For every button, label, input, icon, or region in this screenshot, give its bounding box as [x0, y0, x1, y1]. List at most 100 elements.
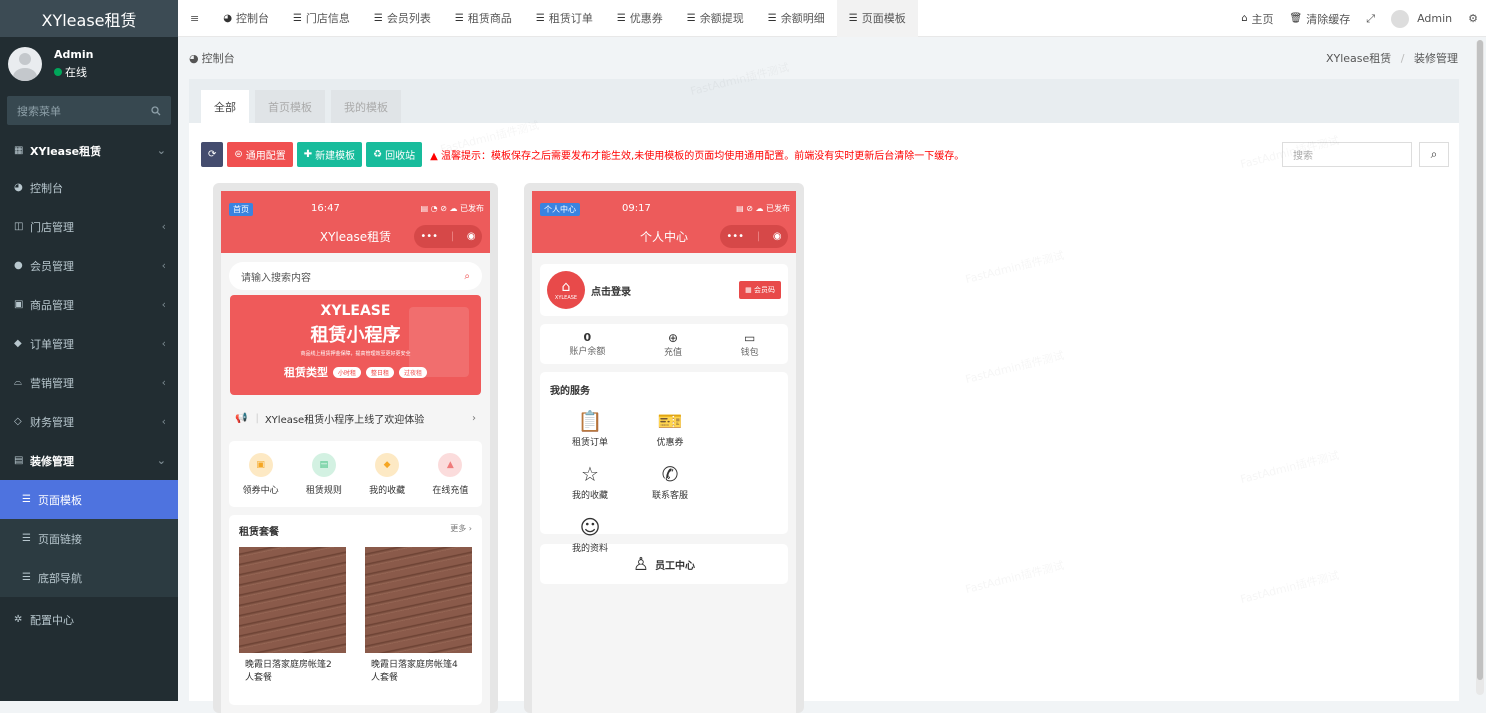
tab-coupons[interactable]: ☰ 优惠券	[605, 0, 675, 37]
tab-my-templates[interactable]: 我的模板	[331, 90, 401, 123]
breadcrumb-link-xylease[interactable]: XYlease租赁	[1326, 52, 1391, 65]
sidebar-item-bottom-nav[interactable]: ☰ 底部导航	[0, 558, 178, 597]
sidebar-item-finance[interactable]: ◇ 财务管理 ‹	[0, 402, 178, 441]
sidebar-item-dashboard[interactable]: ◕ 控制台	[0, 168, 178, 207]
recharge-icon: ▲	[438, 452, 463, 477]
service-item-profile[interactable]: ☺ 我的资料	[550, 515, 630, 554]
chevron-left-icon: ‹	[161, 220, 166, 233]
sidebar-item-member[interactable]: ● 会员管理 ‹	[0, 246, 178, 285]
sidebar-item-decor[interactable]: ▤ 装修管理 ⌄	[0, 441, 178, 480]
store-icon: ◫	[14, 221, 24, 232]
tab-page-template[interactable]: ☰ 页面模板	[836, 0, 918, 37]
tab-balance-detail[interactable]: ☰ 余额明细	[756, 0, 837, 37]
notice-bar[interactable]: 📢 | XYlease租赁小程序上线了欢迎体验 ›	[221, 395, 490, 441]
dashboard-icon: ◕	[189, 51, 199, 65]
warning-message: ▲ 温馨提示：模板保存之后需要发布才能生效,未使用模板的页面均使用通用配置。前端…	[430, 151, 965, 162]
service-item-coupons[interactable]: 🎫 优惠券	[630, 409, 710, 448]
online-dot-icon	[54, 67, 62, 76]
recycle-bin-button[interactable]: ♻ 回收站	[366, 142, 423, 167]
sidebar-item-store[interactable]: ◫ 门店管理 ‹	[0, 207, 178, 246]
warning-icon: ▲	[430, 151, 442, 162]
product-card[interactable]: 晚霞日落家庭房帐篷2人套餐	[239, 547, 346, 685]
fullscreen-icon[interactable]: ⤢	[1358, 0, 1383, 37]
product-image	[365, 547, 472, 653]
user-icon: ●	[14, 260, 23, 271]
template-card-home[interactable]: 首页 16:47 ▤ ◔ ⊘ ☁ 已发布 XYlease租赁 ••• | ◉ 请输入…	[213, 183, 498, 713]
plus-icon: ✚	[303, 149, 313, 160]
settings-gear-icon[interactable]: ⚙	[1460, 0, 1486, 37]
tab-lease-goods[interactable]: ☰ 租赁商品	[443, 0, 524, 37]
search-icon[interactable]	[151, 105, 161, 116]
general-config-button[interactable]: ⊜ 通用配置	[227, 142, 293, 167]
list-icon: ☰	[292, 12, 302, 24]
refresh-button[interactable]: ⟳	[201, 142, 224, 167]
watermark-text: FastAdmin插件测试	[964, 557, 1066, 597]
nav-item-recharge[interactable]: ▲ 在线充值	[432, 452, 468, 496]
sidebar-item-marketing[interactable]: ⌓ 营销管理 ‹	[0, 363, 178, 402]
phone-search-input[interactable]: 请输入搜索内容 ⌕	[229, 262, 482, 290]
capsule-menu: ••• | ◉	[720, 225, 788, 248]
login-link[interactable]: 点击登录	[591, 283, 631, 298]
sidebar-search-input[interactable]: 搜索菜单	[7, 96, 171, 125]
brand-logo-icon: ⌂ XYLEASE	[547, 271, 585, 309]
brand-logo[interactable]: XYlease租赁	[0, 0, 178, 37]
service-item-support[interactable]: ✆ 联系客服	[630, 462, 710, 515]
list-icon: ☰	[686, 12, 696, 24]
clear-cache-button[interactable]: 🗑 清除缓存	[1282, 0, 1359, 37]
template-card-profile[interactable]: 个人中心 09:17 ▤ ⊘ ☁ 已发布 个人中心 ••• | ◉ ⌂ XYLEASE…	[524, 183, 804, 713]
nav-item-favorites[interactable]: ◆ 我的收藏	[369, 452, 405, 496]
search-button[interactable]: ⌕	[1419, 142, 1449, 167]
sidebar-item-page-link[interactable]: ☰ 页面链接	[0, 519, 178, 558]
member-code-button[interactable]: ▦ 会员码	[739, 281, 781, 299]
home-link[interactable]: ⌂ 主页	[1233, 0, 1281, 37]
phone-header: 首页 16:47 ▤ ◔ ⊘ ☁ 已发布 XYlease租赁 ••• | ◉	[221, 191, 490, 253]
goods-icon: ▣	[14, 299, 24, 310]
new-template-button[interactable]: ✚ 新建模板	[296, 142, 363, 167]
nav-item-rules[interactable]: ▤ 租赁规则	[306, 452, 342, 496]
sidebar-item-goods[interactable]: ▣ 商品管理 ‹	[0, 285, 178, 324]
user-name: Admin	[54, 47, 94, 61]
publish-status: ▤ ⊘ ☁ 已发布	[736, 204, 790, 213]
coupon-icon: ▣	[248, 452, 273, 477]
service-item-orders[interactable]: 📋 租赁订单	[550, 409, 630, 448]
signal-icon: ▤ ⊘ ☁	[736, 204, 766, 213]
list-icon: ☰	[373, 12, 383, 24]
nav-item-coupon-center[interactable]: ▣ 领券中心	[243, 452, 279, 496]
watermark-text: FastAdmin插件测试	[1239, 447, 1341, 487]
wallet-stat[interactable]: ▭ 钱包	[741, 331, 759, 358]
recharge-stat[interactable]: ⊕ 充值	[664, 331, 682, 358]
finance-icon: ◇	[14, 416, 22, 427]
phone-time: 09:17	[622, 203, 651, 214]
balance-stat[interactable]: 0 账户余额	[569, 331, 605, 357]
login-card[interactable]: ⌂ XYLEASE 点击登录 ▦ 会员码	[540, 264, 788, 316]
tab-dashboard[interactable]: ◕ 控制台	[211, 0, 281, 37]
chevron-left-icon: ‹	[161, 298, 166, 311]
more-link[interactable]: 更多 ›	[450, 523, 472, 538]
menu-toggle-icon[interactable]: ≡	[178, 0, 211, 37]
sidebar-item-order[interactable]: ◆ 订单管理 ‹	[0, 324, 178, 363]
list-icon: ☰	[22, 572, 31, 583]
tab-lease-orders[interactable]: ☰ 租赁订单	[524, 0, 605, 37]
dashboard-icon: ◕	[223, 12, 232, 24]
home-banner[interactable]: XYLEASE 租赁小程序 商品线上租赁押金保障，提高管理效至更好更安全 租赁类…	[230, 295, 481, 395]
page-scrollbar[interactable]	[1476, 40, 1484, 695]
chevron-down-icon: ⌄	[156, 454, 166, 467]
tab-withdraw[interactable]: ☰ 余额提现	[675, 0, 756, 37]
package-section: 租赁套餐 更多 › 晚霞日落家庭房帐篷2人套餐 晚霞日落家庭房帐篷4人套餐	[229, 515, 482, 705]
list-icon: ☰	[848, 12, 858, 24]
main-panel: 全部 首页模板 我的模板 ⟳ ⊜ 通用配置 ✚ 新建模板 ♻ 回收站 ▲ 温馨提示：模…	[189, 61, 1459, 713]
tab-home-templates[interactable]: 首页模板	[255, 90, 325, 123]
admin-menu[interactable]: Admin	[1383, 0, 1460, 37]
tab-store-info[interactable]: ☰ 门店信息	[281, 0, 362, 37]
sidebar-item-page-template[interactable]: ☰ 页面模板	[0, 480, 178, 519]
search-input[interactable]: 搜索	[1282, 142, 1412, 167]
sidebar-item-config[interactable]: ✲ 配置中心	[0, 597, 178, 642]
breadcrumb-link-decor[interactable]: 装修管理	[1414, 52, 1458, 65]
service-item-favorites[interactable]: ☆ 我的收藏	[550, 462, 630, 501]
chevron-left-icon: ‹	[161, 415, 166, 428]
tab-all[interactable]: 全部	[201, 90, 249, 123]
sidebar-item-xylease[interactable]: ▦ XYlease租赁 ⌄	[0, 133, 178, 168]
quick-nav: ▣ 领券中心 ▤ 租赁规则 ◆ 我的收藏 ▲ 在线充值	[229, 441, 482, 507]
product-card[interactable]: 晚霞日落家庭房帐篷4人套餐	[365, 547, 472, 685]
tab-member-list[interactable]: ☰ 会员列表	[362, 0, 443, 37]
